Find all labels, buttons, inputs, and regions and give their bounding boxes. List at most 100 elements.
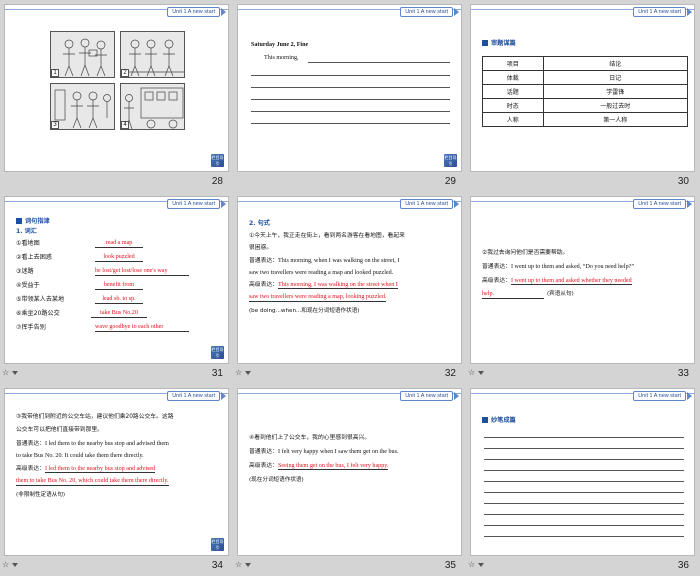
- slide-number: 35: [444, 560, 456, 571]
- plain-expression: 普通表达：This morning, when I was walking on…: [249, 258, 400, 264]
- star-icon[interactable]: ☆: [235, 560, 242, 569]
- table-row: 时态 一般过去时: [482, 98, 689, 113]
- dropdown-icon[interactable]: [12, 371, 18, 375]
- nav-corner-button[interactable]: 栏目导引: [211, 346, 224, 359]
- unit-label: Unit 1 A new start: [633, 391, 686, 401]
- writing-line: [484, 448, 684, 449]
- writing-line: [251, 99, 450, 100]
- advanced-expression-cont: help.: [482, 290, 544, 299]
- slide-number: 34: [211, 560, 223, 571]
- plain-expression-cont: to take Bus No. 20. It could take them t…: [16, 453, 144, 459]
- table-row: 项目 结论: [482, 56, 689, 71]
- slide-thumbnail-29[interactable]: Unit 1 A new start Saturday June 2, Fine…: [233, 0, 466, 192]
- slide-number: 28: [211, 176, 223, 187]
- vocab-cn: ⑥乘坐20路公交: [16, 310, 60, 317]
- writing-line: [251, 75, 450, 76]
- prompt-line: ④看到他们上了公交车，我的心里感到很高兴。: [249, 435, 371, 441]
- advanced-expression-cont: them to take Bus No. 20, which could tak…: [16, 478, 169, 486]
- writing-line: [484, 503, 684, 504]
- table-row: 话题 学雷锋: [482, 84, 689, 99]
- illustration-icon: [123, 39, 184, 77]
- grammar-note: (现在分词短语作状语): [249, 477, 304, 483]
- vocab-cn: ⑦挥手告别: [16, 324, 46, 331]
- slide-thumbnail-30[interactable]: Unit 1 A new start 审题谋篇 项目 结论 体裁 日记 话题 学雷锋 …: [466, 0, 699, 192]
- star-icon[interactable]: ☆: [468, 368, 475, 377]
- slide-number: 36: [677, 560, 689, 571]
- slide-thumbnail-36[interactable]: Unit 1 A new start 妙笔成篇 ☆ 36: [466, 384, 699, 576]
- table-cell: 学雷锋: [542, 84, 689, 99]
- prompt-line: 公交车可以把他们直接带到那里。: [16, 427, 103, 433]
- dropdown-icon[interactable]: [478, 563, 484, 567]
- slide-thumbnail-35[interactable]: Unit 1 A new start ④看到他们上了公交车，我的心里感到很高兴。…: [233, 384, 466, 576]
- plain-expression: 普通表达：I went up to them and asked, “Do yo…: [482, 264, 635, 270]
- section-heading: 审题谋篇: [482, 38, 516, 47]
- star-icon[interactable]: ☆: [2, 368, 9, 377]
- dropdown-icon[interactable]: [12, 563, 18, 567]
- comic-panel-2: 2: [120, 31, 185, 78]
- section-heading: 词句指津: [16, 216, 50, 225]
- slide-thumbnail-28[interactable]: Unit 1 A new start 1 2 3 4 栏目导引 28: [0, 0, 233, 192]
- vocab-cn: ②看上去困惑: [16, 254, 52, 261]
- writing-line: [484, 459, 684, 460]
- prompt-line: ②我过去询问他们是否需要帮助。: [482, 250, 569, 256]
- illustration-icon: [124, 87, 184, 129]
- nav-corner-button[interactable]: 栏目导引: [211, 538, 224, 551]
- star-icon[interactable]: ☆: [2, 560, 9, 569]
- unit-label: Unit 1 A new start: [633, 199, 686, 209]
- advanced-expression: 高级表达：This morning, I was walking on the …: [249, 282, 398, 289]
- slide-number: 31: [211, 368, 223, 379]
- slide-thumbnail-34[interactable]: Unit 1 A new start ③我带他们到附近的公交车站，建议他们乘20…: [0, 384, 233, 576]
- table-cell: 结论: [542, 56, 689, 71]
- slide-thumbnail-33[interactable]: Unit 1 A new start ②我过去询问他们是否需要帮助。 普通表达：…: [466, 192, 699, 384]
- plain-expression: 普通表达：I led them to the nearby bus stop a…: [16, 441, 169, 447]
- prompt-line: 很困惑。: [249, 245, 273, 251]
- dropdown-icon[interactable]: [245, 563, 251, 567]
- table-cell: 日记: [542, 70, 689, 85]
- advanced-expression-cont: saw two travellers were reading a map, l…: [249, 294, 387, 302]
- table-row: 人称 第一人称: [482, 112, 689, 127]
- table-cell: 体裁: [482, 70, 544, 85]
- arrow-icon: [687, 8, 692, 16]
- unit-label: Unit 1 A new start: [633, 7, 686, 17]
- unit-label: Unit 1 A new start: [167, 7, 220, 17]
- nav-corner-button[interactable]: 栏目导引: [211, 154, 224, 167]
- writing-line: [251, 111, 450, 112]
- arrow-icon: [454, 200, 459, 208]
- vocab-cn: ①看地图: [16, 240, 40, 247]
- panel-number: 4: [121, 121, 129, 129]
- nav-corner-button[interactable]: 栏目导引: [444, 154, 457, 167]
- plain-expression: 普通表达：I felt very happy when I saw them g…: [249, 449, 399, 455]
- star-icon[interactable]: ☆: [235, 368, 242, 377]
- slide-28: Unit 1 A new start 1 2 3 4 栏目导引: [4, 4, 229, 172]
- vocab-answer: benefit from: [95, 281, 143, 290]
- writing-line: [484, 536, 684, 537]
- analysis-table: 项目 结论 体裁 日记 话题 学雷锋 时态 一般过去时 人称 第一人称: [482, 56, 689, 127]
- vocab-answer: read a map: [95, 239, 143, 248]
- arrow-icon: [687, 392, 692, 400]
- subheading: 2. 句式: [249, 220, 270, 227]
- writing-line: [484, 514, 684, 515]
- comic-panel-3: 3: [50, 83, 115, 130]
- bullet-icon: [482, 40, 488, 46]
- table-cell: 第一人称: [542, 112, 689, 127]
- vocab-answer: be lost/get lost/lose one's way: [95, 267, 189, 276]
- writing-line: [308, 62, 450, 63]
- writing-line: [484, 525, 684, 526]
- slide-thumbnail-31[interactable]: Unit 1 A new start 词句指津 1. 词汇 ①看地图 read …: [0, 192, 233, 384]
- vocab-answer: look puzzled: [95, 253, 143, 262]
- slide-thumbnail-32[interactable]: Unit 1 A new start 2. 句式 ①今天上午，我正走在街上，看到…: [233, 192, 466, 384]
- unit-label: Unit 1 A new start: [400, 199, 453, 209]
- table-cell: 项目: [482, 56, 544, 71]
- illustration-icon: [63, 38, 107, 77]
- arrow-icon: [221, 200, 226, 208]
- star-icon[interactable]: ☆: [468, 560, 475, 569]
- writing-line: [484, 437, 684, 438]
- slide-number: 29: [444, 176, 456, 187]
- table-cell: 话题: [482, 84, 544, 99]
- arrow-icon: [454, 392, 459, 400]
- dropdown-icon[interactable]: [245, 371, 251, 375]
- writing-line: [484, 470, 684, 471]
- dropdown-icon[interactable]: [478, 371, 484, 375]
- slide-number: 33: [677, 368, 689, 379]
- advanced-expression: 高级表达：I led them to the nearby bus stop a…: [16, 466, 156, 473]
